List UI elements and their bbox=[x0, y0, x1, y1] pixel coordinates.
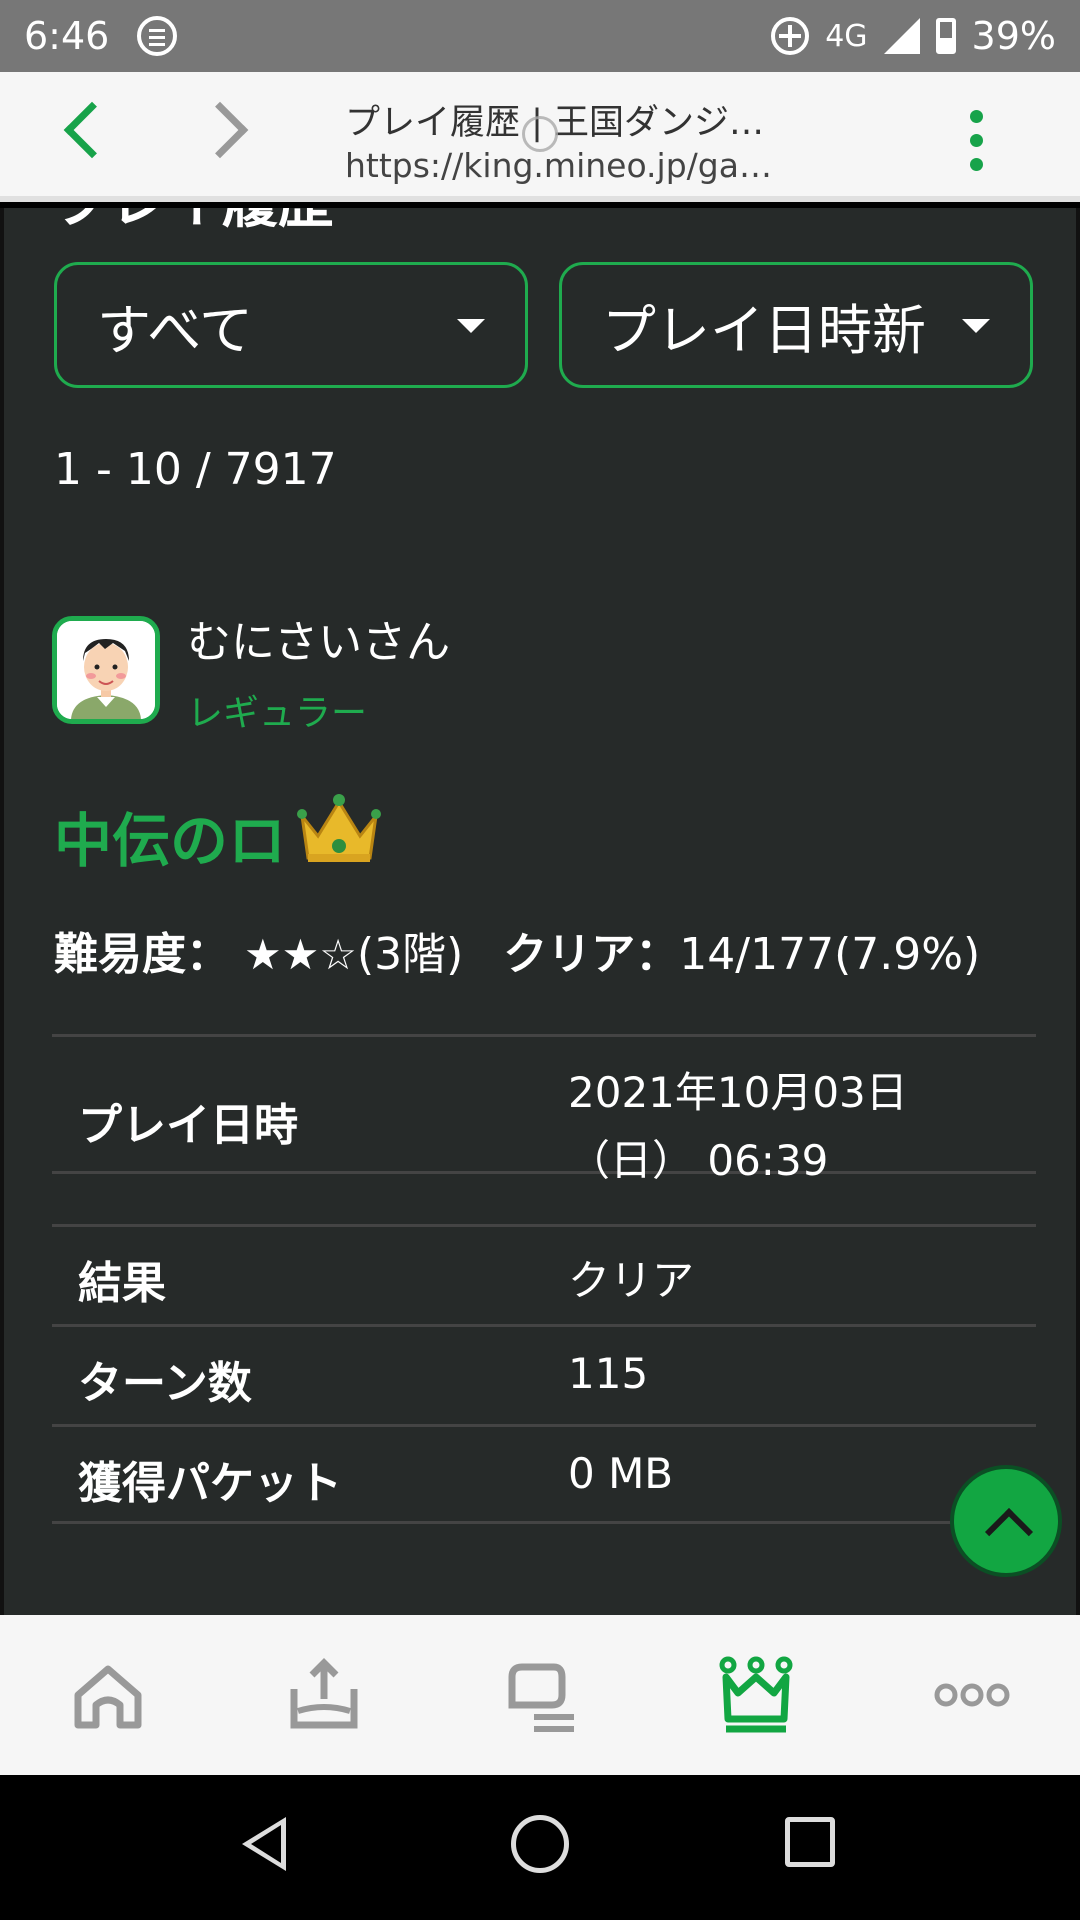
sort-dropdown[interactable]: プレイ日時新 bbox=[559, 262, 1033, 388]
page-heading: プレイ履歴 bbox=[54, 208, 334, 239]
signal-icon bbox=[883, 18, 920, 54]
result-count: 1 - 10 / 7917 bbox=[54, 444, 337, 495]
notification-icon bbox=[137, 16, 178, 56]
dungeon-title[interactable]: 中伝のロ bbox=[54, 794, 286, 878]
difficulty-label: 難易度： bbox=[54, 929, 230, 980]
play-time-label: プレイ日時 bbox=[78, 1100, 298, 1151]
data-saver-icon bbox=[771, 17, 810, 55]
overflow-menu-icon[interactable] bbox=[970, 110, 984, 172]
network-type: 4G bbox=[825, 18, 868, 54]
home-icon[interactable] bbox=[68, 1655, 148, 1735]
crown-icon bbox=[297, 794, 381, 862]
more-dots-icon[interactable] bbox=[932, 1655, 1012, 1735]
forward-arrow-icon[interactable] bbox=[191, 101, 249, 159]
table-row: 結果 クリア bbox=[52, 1224, 1036, 1324]
clear-value: 14/177(7.9%) bbox=[679, 929, 981, 980]
table-row: ターン数 115 bbox=[52, 1324, 1036, 1424]
system-recents-icon[interactable] bbox=[785, 1817, 835, 1867]
clear-label: クリア： bbox=[503, 929, 680, 980]
status-indicators: 4G 39% bbox=[771, 14, 1056, 58]
system-nav-bar bbox=[0, 1775, 1080, 1920]
user-name[interactable]: むにさいさん bbox=[187, 606, 450, 670]
table-row: プレイ日時 2021年10月03日 （日） 06:39 bbox=[52, 1034, 1036, 1185]
caret-down-icon bbox=[457, 319, 485, 333]
avatar-image bbox=[57, 621, 155, 719]
chat-icon[interactable] bbox=[502, 1655, 582, 1735]
status-time: 6:46 bbox=[24, 14, 110, 58]
sort-dropdown-value: プレイ日時新 bbox=[602, 298, 926, 362]
upload-tray-icon[interactable] bbox=[284, 1655, 364, 1735]
filter-dropdown-value: すべて bbox=[97, 298, 254, 362]
packet-label: 獲得パケット bbox=[78, 1458, 342, 1509]
avatar[interactable] bbox=[52, 616, 160, 724]
dungeon-stats: 難易度： ★★☆ (3階) クリア： 14/177(7.9%) bbox=[54, 918, 980, 982]
turns-label: ターン数 bbox=[78, 1358, 252, 1409]
bottom-tab-bar bbox=[0, 1615, 1080, 1775]
play-time-date: 2021年10月03日 bbox=[568, 1068, 908, 1117]
king-crown-icon[interactable] bbox=[716, 1655, 796, 1735]
result-label: 結果 bbox=[78, 1258, 166, 1309]
battery-icon bbox=[935, 18, 956, 54]
url-bar[interactable]: https://king.mineo.jp/ga… bbox=[345, 146, 772, 185]
system-home-icon[interactable] bbox=[511, 1815, 569, 1873]
play-time-time: （日） 06:39 bbox=[568, 1136, 829, 1185]
browser-toolbar: プレイ履歴 | 王国ダンジ… https://king.mineo.jp/ga… bbox=[0, 72, 1080, 202]
battery-percent: 39% bbox=[971, 14, 1056, 58]
status-bar: 6:46 4G 39% bbox=[0, 0, 1080, 72]
back-arrow-icon[interactable] bbox=[63, 101, 121, 159]
system-back-icon[interactable] bbox=[242, 1817, 286, 1871]
packet-value: 0 MB bbox=[568, 1449, 674, 1498]
filter-dropdown[interactable]: すべて bbox=[54, 262, 528, 388]
difficulty-floor: (3階) bbox=[356, 929, 464, 980]
user-rank: レギュラー bbox=[187, 693, 368, 734]
difficulty-stars: ★★☆ bbox=[244, 930, 357, 979]
result-value: クリア bbox=[568, 1256, 695, 1305]
turns-value: 115 bbox=[568, 1349, 649, 1398]
scroll-to-top-button[interactable] bbox=[950, 1465, 1062, 1577]
table-row: 獲得パケット 0 MB bbox=[52, 1424, 1036, 1524]
page-content: プレイ履歴 すべて プレイ日時新 1 - 10 / 7917 むにさいさん レギ… bbox=[0, 208, 1080, 1615]
caret-down-icon bbox=[962, 319, 990, 333]
